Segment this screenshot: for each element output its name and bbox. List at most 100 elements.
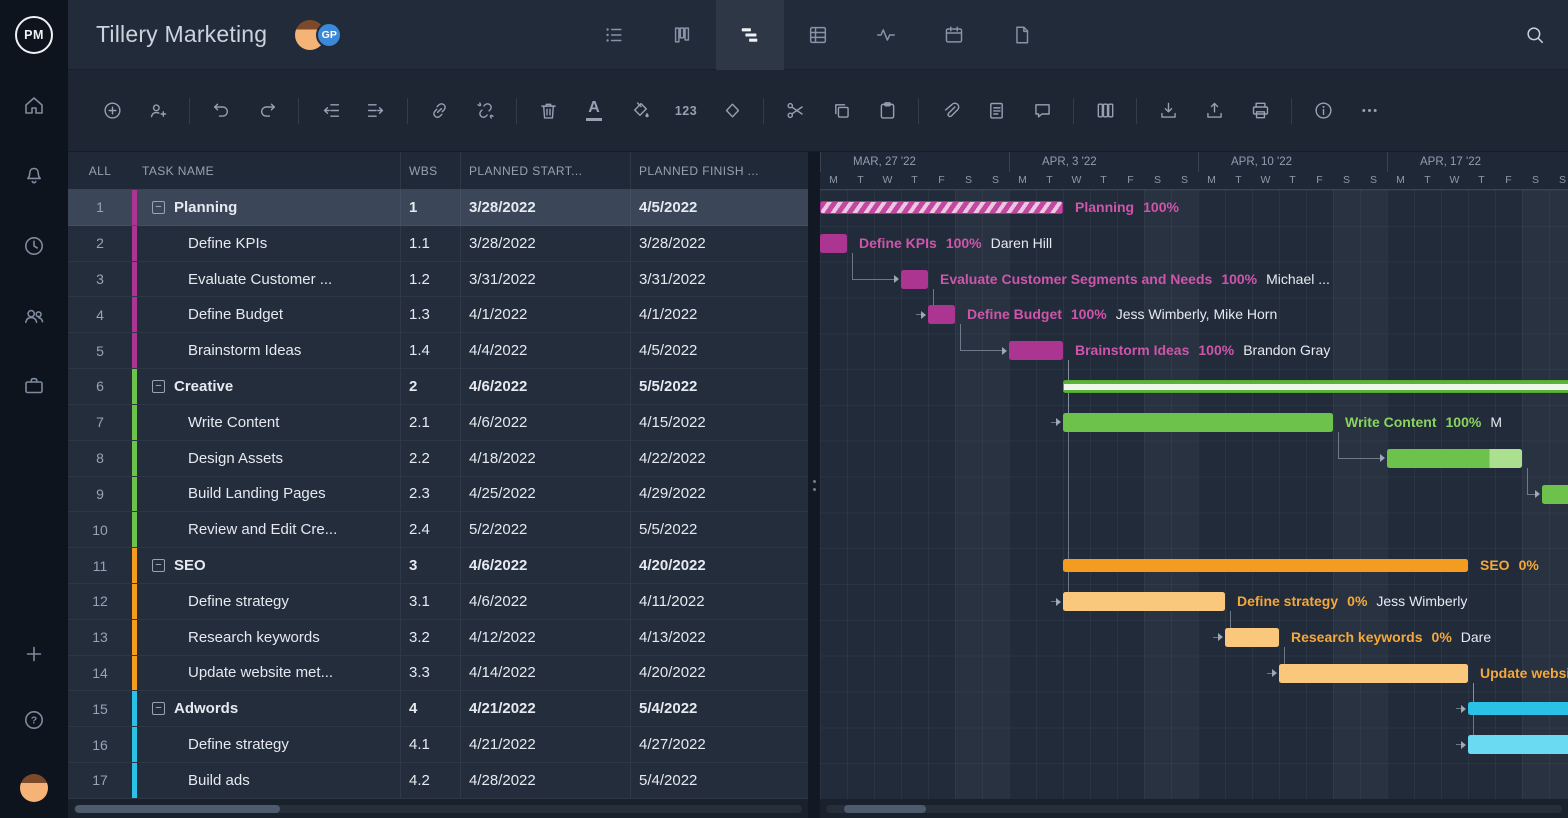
task-name-cell[interactable]: Define KPIs [132, 226, 400, 261]
planned-start-value[interactable]: 4/6/2022 [460, 405, 630, 440]
task-name-cell[interactable]: Review and Edit Cre... [132, 512, 400, 547]
table-row[interactable]: 7Write Content2.14/6/20224/15/2022 [68, 405, 808, 441]
task-name-cell[interactable]: Brainstorm Ideas [132, 333, 400, 368]
outdent-button[interactable] [310, 91, 350, 131]
planned-start-value[interactable]: 4/28/2022 [460, 763, 630, 798]
cut-button[interactable] [775, 91, 815, 131]
planned-start-value[interactable]: 4/18/2022 [460, 441, 630, 476]
gantt-bar[interactable] [1387, 449, 1522, 468]
table-row[interactable]: 4Define Budget1.34/1/20224/1/2022 [68, 297, 808, 333]
assign-user-button[interactable] [138, 91, 178, 131]
sidebar-item-notifications[interactable] [22, 164, 46, 188]
planned-start-value[interactable]: 4/14/2022 [460, 656, 630, 691]
paste-button[interactable] [867, 91, 907, 131]
table-row[interactable]: 6−Creative24/6/20225/5/2022 [68, 369, 808, 405]
info-button[interactable] [1303, 91, 1343, 131]
gantt-bar[interactable] [1063, 559, 1468, 572]
planned-start-value[interactable]: 4/1/2022 [460, 297, 630, 332]
planned-finish-value[interactable]: 4/13/2022 [630, 620, 808, 655]
task-name-cell[interactable]: Design Assets [132, 441, 400, 476]
gantt-bar[interactable] [1542, 485, 1568, 504]
delete-button[interactable] [528, 91, 568, 131]
task-name-cell[interactable]: Build Landing Pages [132, 477, 400, 512]
table-row[interactable]: 14Update website met...3.34/14/20224/20/… [68, 656, 808, 692]
table-row[interactable]: 11−SEO34/6/20224/20/2022 [68, 548, 808, 584]
task-name-cell[interactable]: Define strategy [132, 727, 400, 762]
task-name-cell[interactable]: −Adwords [132, 691, 400, 726]
table-row[interactable]: 15−Adwords44/21/20225/4/2022 [68, 691, 808, 727]
gantt-bar[interactable] [1468, 702, 1568, 715]
link-tasks-button[interactable] [419, 91, 459, 131]
task-name-column-header[interactable]: TASK NAME [132, 152, 400, 189]
redo-button[interactable] [247, 91, 287, 131]
planned-finish-value[interactable]: 5/4/2022 [630, 763, 808, 798]
task-name-cell[interactable]: −SEO [132, 548, 400, 583]
comment-button[interactable] [1022, 91, 1062, 131]
collapse-toggle[interactable]: − [152, 559, 165, 572]
search-button[interactable] [1524, 24, 1546, 46]
tab-board-view[interactable] [648, 0, 716, 70]
planned-finish-value[interactable]: 4/5/2022 [630, 190, 808, 225]
planned-finish-value[interactable]: 5/5/2022 [630, 369, 808, 404]
tab-list-view[interactable] [580, 0, 648, 70]
scrollbar-thumb[interactable] [75, 805, 280, 813]
sidebar-item-portfolio[interactable] [22, 374, 46, 398]
table-horizontal-scrollbar[interactable] [68, 799, 808, 818]
sidebar-help-button[interactable]: ? [22, 708, 46, 732]
planned-start-value[interactable]: 5/2/2022 [460, 512, 630, 547]
planned-finish-value[interactable]: 5/4/2022 [630, 691, 808, 726]
planned-finish-value[interactable]: 5/5/2022 [630, 512, 808, 547]
planned-finish-value[interactable]: 4/15/2022 [630, 405, 808, 440]
planned-finish-value[interactable]: 4/1/2022 [630, 297, 808, 332]
planned-start-column-header[interactable]: PLANNED START... [460, 152, 630, 189]
collapse-toggle[interactable]: − [152, 702, 165, 715]
import-button[interactable] [1148, 91, 1188, 131]
tab-activity-view[interactable] [852, 0, 920, 70]
planned-finish-value[interactable]: 4/5/2022 [630, 333, 808, 368]
table-row[interactable]: 3Evaluate Customer ...1.23/31/20223/31/2… [68, 262, 808, 298]
planned-start-value[interactable]: 4/12/2022 [460, 620, 630, 655]
planned-start-value[interactable]: 4/6/2022 [460, 548, 630, 583]
planned-start-value[interactable]: 4/21/2022 [460, 691, 630, 726]
planned-finish-column-header[interactable]: PLANNED FINISH ... [630, 152, 808, 189]
columns-button[interactable] [1085, 91, 1125, 131]
scrollbar-track[interactable] [826, 805, 1562, 813]
number-format-button[interactable]: 123 [666, 91, 706, 131]
tab-gantt-view[interactable] [716, 0, 784, 70]
planned-finish-value[interactable]: 4/20/2022 [630, 548, 808, 583]
fill-color-button[interactable] [620, 91, 660, 131]
undo-button[interactable] [201, 91, 241, 131]
gantt-bar[interactable] [1063, 413, 1333, 432]
user-avatar[interactable] [20, 774, 48, 802]
gantt-bar[interactable] [1468, 735, 1568, 754]
sidebar-item-team[interactable] [22, 304, 46, 328]
notes-button[interactable] [976, 91, 1016, 131]
tab-document-view[interactable] [988, 0, 1056, 70]
task-name-cell[interactable]: −Planning [132, 190, 400, 225]
project-members[interactable]: GP [295, 20, 342, 50]
gantt-bar[interactable] [1063, 592, 1225, 611]
gantt-bar[interactable] [1009, 341, 1063, 360]
planned-finish-value[interactable]: 3/28/2022 [630, 226, 808, 261]
wbs-column-header[interactable]: WBS [400, 152, 460, 189]
gantt-horizontal-scrollbar[interactable] [820, 799, 1568, 818]
gantt-bar[interactable] [928, 305, 955, 324]
planned-start-value[interactable]: 3/28/2022 [460, 226, 630, 261]
filter-column-header[interactable]: ALL [68, 152, 132, 189]
gantt-bar[interactable] [1063, 380, 1568, 393]
sidebar-item-timesheets[interactable] [22, 234, 46, 258]
planned-finish-value[interactable]: 4/22/2022 [630, 441, 808, 476]
planned-finish-value[interactable]: 4/11/2022 [630, 584, 808, 619]
pane-splitter[interactable] [808, 152, 820, 818]
planned-start-value[interactable]: 4/6/2022 [460, 369, 630, 404]
table-row[interactable]: 12Define strategy3.14/6/20224/11/2022 [68, 584, 808, 620]
collapse-toggle[interactable]: − [152, 201, 165, 214]
gantt-bar[interactable] [1225, 628, 1279, 647]
table-row[interactable]: 9Build Landing Pages2.34/25/20224/29/202… [68, 477, 808, 513]
table-row[interactable]: 8Design Assets2.24/18/20224/22/2022 [68, 441, 808, 477]
planned-start-value[interactable]: 4/6/2022 [460, 584, 630, 619]
task-name-cell[interactable]: Research keywords [132, 620, 400, 655]
table-row[interactable]: 16Define strategy4.14/21/20224/27/2022 [68, 727, 808, 763]
font-color-button[interactable]: A [574, 91, 614, 131]
planned-start-value[interactable]: 4/4/2022 [460, 333, 630, 368]
